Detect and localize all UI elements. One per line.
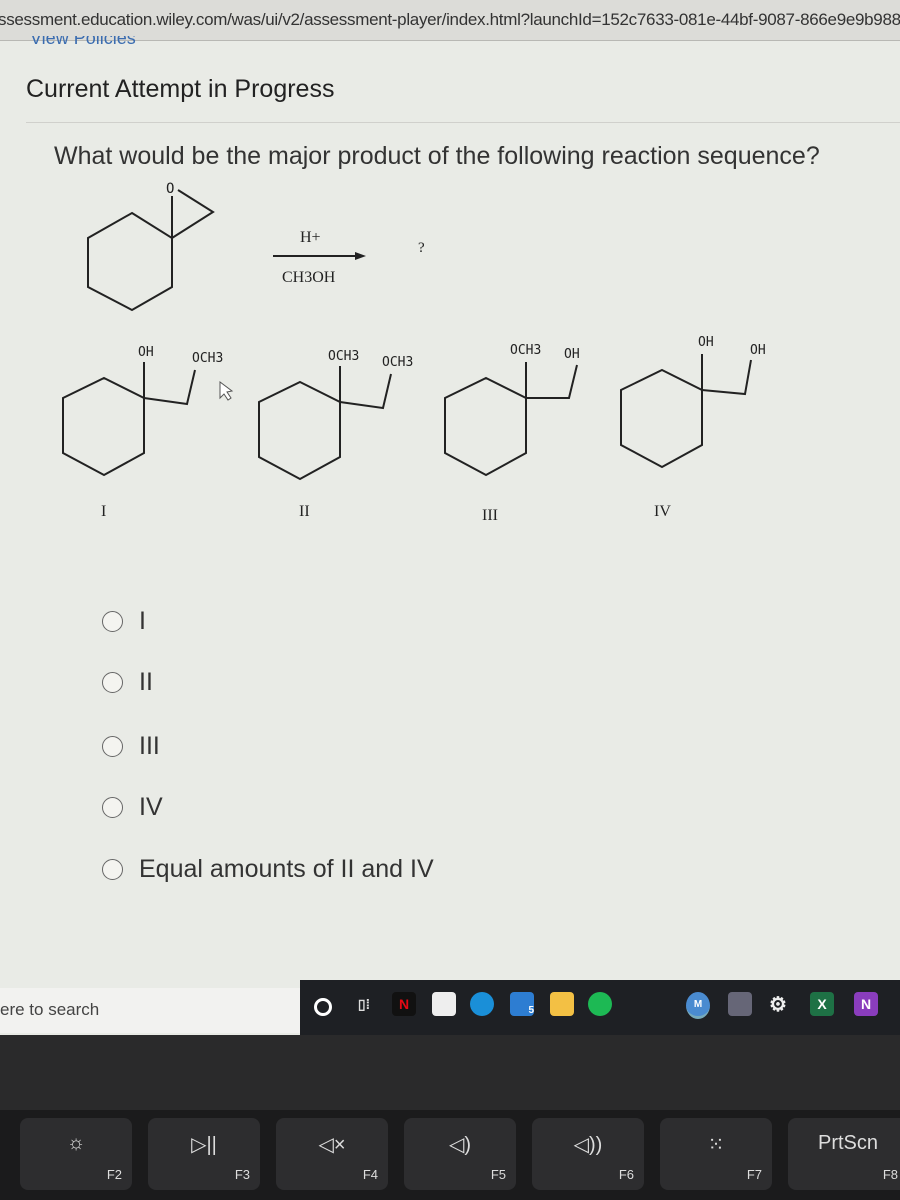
option-label: Equal amounts of II and IV (139, 855, 434, 883)
option-label: IV (139, 793, 163, 821)
key-f6[interactable]: ◁)) F6 (532, 1118, 644, 1190)
search-placeholder: ere to search (0, 1000, 100, 1019)
structure-IV: OH OH IV (620, 335, 766, 520)
excel-icon[interactable]: X (810, 992, 834, 1016)
attempt-heading: Current Attempt in Progress (26, 75, 335, 103)
store-icon[interactable] (432, 992, 456, 1016)
mail-icon[interactable]: 5 (510, 992, 534, 1016)
cortana-icon[interactable] (314, 998, 332, 1016)
structure-II: OCH3 OCH3 II (258, 349, 413, 520)
radio-button[interactable] (102, 797, 123, 818)
radio-button[interactable] (102, 611, 123, 632)
svg-text:OH: OH (698, 335, 714, 350)
svg-text:OCH3: OCH3 (382, 355, 413, 370)
settings-icon[interactable]: ⚙ (766, 992, 790, 1016)
spotify-icon[interactable] (588, 992, 612, 1016)
structure-I: OH OCH3 I (62, 345, 223, 520)
option-label: II (139, 668, 153, 696)
svg-text:CH3OH: CH3OH (282, 269, 336, 286)
divider (26, 122, 900, 123)
edge-icon[interactable] (470, 992, 494, 1016)
svg-text:I: I (101, 503, 106, 520)
taskbar-search[interactable]: ere to search (0, 988, 300, 1033)
option-equal-II-IV[interactable]: Equal amounts of II and IV (102, 855, 434, 884)
file-explorer-icon[interactable] (550, 992, 574, 1016)
mail-badge: 5 (528, 1005, 534, 1016)
reaction-arrow: H+ CH3OH ? (273, 229, 425, 286)
netflix-icon[interactable]: N (392, 992, 416, 1016)
key-f4[interactable]: ◁× F4 (276, 1118, 388, 1190)
key-f5[interactable]: ◁) F5 (404, 1118, 516, 1190)
option-II[interactable]: II (102, 668, 153, 697)
address-bar[interactable]: ssessment.education.wiley.com/was/ui/v2/… (0, 0, 900, 41)
radio-button[interactable] (102, 736, 123, 757)
svg-text:IV: IV (654, 503, 671, 520)
svg-text:OCH3: OCH3 (192, 351, 223, 366)
mouse-cursor-icon (219, 381, 234, 401)
svg-text:OH: OH (750, 343, 766, 358)
svg-text:III: III (482, 507, 498, 524)
svg-text:II: II (299, 503, 310, 520)
option-III[interactable]: III (102, 732, 160, 761)
svg-text:OH: OH (138, 345, 154, 360)
taskbar: ▯⁞ N 5 M ⚙ X N (300, 980, 900, 1035)
svg-text:OH: OH (564, 347, 580, 362)
option-I[interactable]: I (102, 607, 146, 636)
reaction-diagram: O H+ CH3OH ? OH OCH3 I OCH3 OCH3 II OCH3… (62, 181, 766, 524)
svg-text:H+: H+ (300, 229, 321, 246)
camera-icon[interactable] (728, 992, 752, 1016)
key-f8[interactable]: PrtScn F8 (788, 1118, 900, 1190)
key-f3[interactable]: ▷|| F3 (148, 1118, 260, 1190)
option-IV[interactable]: IV (102, 793, 163, 822)
svg-text:OCH3: OCH3 (510, 343, 541, 358)
reactant-epoxide: O (87, 181, 215, 312)
url-text[interactable]: ssessment.education.wiley.com/was/ui/v2/… (0, 10, 900, 30)
option-label: III (139, 732, 160, 760)
laptop-bezel (0, 1035, 900, 1115)
question-text: What would be the major product of the f… (54, 142, 820, 170)
key-f2[interactable]: ☼ F2 (20, 1118, 132, 1190)
onenote-icon[interactable]: N (854, 992, 878, 1016)
svg-text:?: ? (418, 240, 425, 256)
task-view-icon[interactable]: ▯⁞ (352, 992, 376, 1016)
svg-text:OCH3: OCH3 (328, 349, 359, 364)
radio-button[interactable] (102, 859, 123, 880)
view-policies-link[interactable]: View Policies (30, 36, 136, 46)
chrome-icon[interactable]: M (686, 992, 710, 1019)
svg-text:O: O (166, 181, 174, 197)
key-f7[interactable]: ⁙ F7 (660, 1118, 772, 1190)
structure-III: OCH3 OH III (444, 343, 580, 524)
radio-button[interactable] (102, 672, 123, 693)
option-label: I (139, 607, 146, 635)
